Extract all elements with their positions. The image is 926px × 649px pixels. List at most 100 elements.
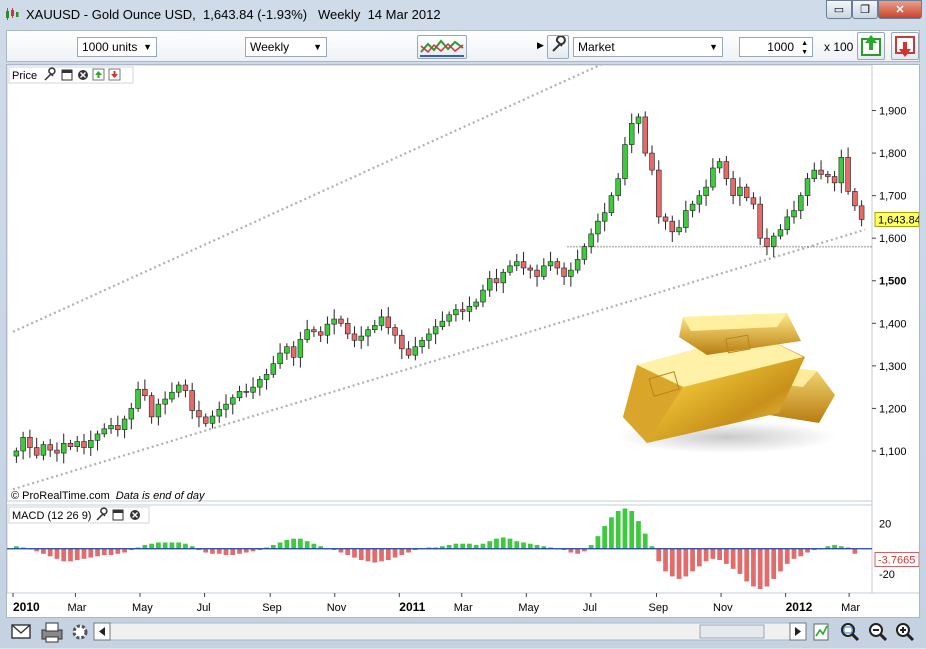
y-tick-label: 1,600: [879, 233, 907, 245]
units-select[interactable]: 1000 units ▼: [77, 37, 157, 57]
macd-bar: [467, 543, 472, 549]
zoom-fit-icon[interactable]: [841, 623, 860, 642]
chevron-down-icon: ▼: [143, 42, 152, 52]
macd-bar: [622, 508, 628, 549]
y-tick-label: 1,300: [879, 361, 907, 373]
candle-bull: [541, 265, 547, 277]
macd-bar: [291, 538, 296, 549]
wrench-icon: [552, 35, 566, 52]
settings-icon[interactable]: [72, 624, 88, 640]
candle-bull: [297, 339, 304, 358]
horizontal-scrollbar[interactable]: [93, 622, 807, 641]
candle-bear: [764, 237, 770, 248]
current-price-marker: 1,643.84: [874, 211, 921, 227]
multiplier-label: x 100: [824, 40, 854, 54]
macd-bar: [379, 548, 384, 562]
macd-bar: [602, 526, 608, 549]
candle-bull: [676, 227, 682, 233]
candle-bull: [412, 346, 419, 356]
macd-panel-header: MACD (12 26 9): [8, 506, 150, 524]
expand-arrow-icon[interactable]: ▶: [537, 40, 544, 51]
zoom-in-icon[interactable]: [896, 623, 915, 642]
stepper-arrows-icon[interactable]: ▲ ▼: [801, 39, 808, 57]
macd-bar: [74, 548, 80, 561]
current-price-label: 1,643.84: [878, 214, 919, 226]
price-chart-svg[interactable]: 1,100 1,200 1,300 1,400 1,500 1,600 1,700 1,800…: [6, 64, 921, 617]
macd-bar: [527, 543, 533, 549]
order-type-select[interactable]: Market ▼: [573, 37, 723, 57]
macd-bar: [176, 542, 182, 549]
buy-button[interactable]: [857, 32, 885, 60]
candle-bear: [182, 384, 189, 391]
candlestick-app-icon: [6, 8, 19, 20]
macd-bar: [399, 548, 405, 556]
candle-bull: [155, 403, 162, 418]
minimize-button[interactable]: ▭: [826, 0, 852, 19]
wrench-button[interactable]: [547, 35, 569, 59]
chart-area[interactable]: 1,100 1,200 1,300 1,400 1,500 1,600 1,700 1,800…: [6, 64, 921, 618]
candle-bear: [385, 316, 392, 328]
period-select[interactable]: Weekly ▼: [245, 37, 327, 57]
candle-bull: [439, 320, 446, 328]
candle-bull: [284, 346, 290, 354]
candle-bear: [520, 261, 527, 269]
candle-bull: [770, 235, 777, 248]
candle-bull: [622, 144, 628, 179]
macd-panel-label: MACD (12 26 9): [12, 510, 91, 522]
candle-bear: [399, 334, 405, 350]
y-tick-label: 1,500: [879, 276, 907, 288]
quantity-stepper[interactable]: 1000 ▲ ▼: [739, 37, 813, 57]
scrollbar-thumb[interactable]: [699, 624, 765, 639]
zoom-out-icon[interactable]: [869, 623, 888, 642]
candle-bear: [33, 447, 40, 456]
macd-bar: [663, 548, 668, 572]
x-tick-label: Sep: [262, 602, 282, 614]
candle-bull: [331, 318, 337, 325]
price-panel-label: Price: [12, 70, 37, 82]
app-window: XAUUSD - Gold Ounce USD, 1,643.84 (-1.93…: [0, 0, 926, 648]
candle-bull: [791, 210, 797, 218]
macd-bar: [764, 548, 770, 587]
macd-bar: [352, 548, 357, 558]
close-button[interactable]: ✕: [878, 0, 922, 19]
macd-bar: [68, 548, 73, 562]
macd-bar: [744, 548, 750, 582]
sell-button[interactable]: [891, 32, 919, 60]
macd-bar: [595, 536, 601, 549]
email-icon[interactable]: [11, 624, 31, 639]
buy-arrow-icon: [861, 35, 881, 56]
candle-bull: [128, 408, 135, 420]
macd-bar: [149, 543, 154, 549]
chevron-down-icon: ▼: [313, 42, 322, 52]
candle-bull: [20, 437, 26, 452]
scroll-right-icon[interactable]: [789, 622, 807, 641]
macd-bar: [345, 548, 351, 556]
macd-bar: [95, 548, 100, 557]
candle-bull: [784, 216, 790, 230]
macd-bar: [852, 548, 858, 554]
macd-bar: [507, 538, 513, 549]
macd-bar: [311, 543, 317, 549]
candle-bull: [358, 335, 364, 341]
indicator-icon[interactable]: [813, 623, 829, 641]
candle-bull: [135, 388, 141, 409]
macd-bar: [210, 548, 215, 554]
x-tick-label: Nov: [327, 602, 347, 614]
scroll-left-icon[interactable]: [93, 622, 111, 641]
candle-bear: [493, 278, 500, 284]
y-tick-label: 1,200: [879, 403, 907, 415]
candle-bull: [568, 269, 574, 277]
macd-bar: [575, 548, 580, 554]
candle-bull: [60, 442, 67, 454]
macd-bar: [771, 548, 777, 579]
title-bar: XAUUSD - Gold Ounce USD, 1,643.84 (-1.93…: [0, 0, 926, 28]
print-icon[interactable]: [41, 622, 63, 643]
candle-bull: [514, 261, 520, 267]
candle-bear: [243, 391, 250, 393]
candle-bull: [304, 329, 310, 340]
y-tick-label: 1,400: [879, 318, 907, 330]
candle-bull: [804, 178, 811, 196]
indicators-button[interactable]: [417, 35, 467, 59]
candle-bear: [196, 410, 202, 418]
restore-button[interactable]: ❐: [852, 0, 878, 19]
